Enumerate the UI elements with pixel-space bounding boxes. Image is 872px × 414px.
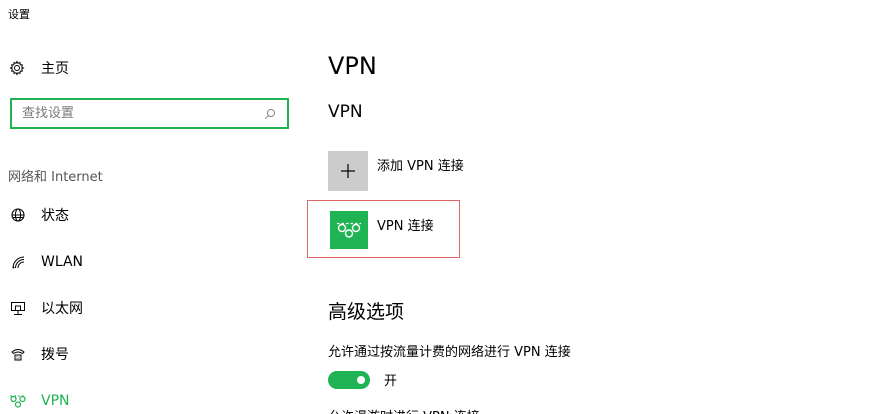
vpn-connection-label: VPN 连接 [377, 219, 434, 234]
ethernet-icon [8, 299, 28, 317]
sidebar-item-label: 状态 [41, 208, 69, 224]
sidebar-item-label: VPN [41, 393, 70, 409]
sidebar-item-label: 以太网 [41, 301, 83, 317]
sidebar-home[interactable]: 主页 [8, 58, 69, 78]
metered-toggle-row: 开 [328, 370, 397, 389]
sidebar-item-label: 拨号 [41, 347, 69, 363]
sidebar-item-wlan[interactable]: WLAN [8, 251, 83, 273]
section-title: VPN [328, 102, 363, 122]
sidebar-group-header: 网络和 Internet [8, 170, 103, 185]
gear-icon [8, 59, 26, 77]
roaming-setting-label: 允许漫游时进行 VPN 连接 [328, 406, 480, 414]
sidebar-item-dialup[interactable]: 拨号 [8, 343, 69, 365]
globe-icon [8, 206, 28, 224]
page-title: VPN [328, 52, 377, 80]
add-vpn-button[interactable]: 添加 VPN 连接 [328, 151, 464, 191]
vpn-icon [330, 211, 368, 249]
sidebar-item-status[interactable]: 状态 [8, 204, 69, 226]
window-title: 设置 [8, 8, 30, 21]
wifi-icon [8, 253, 28, 271]
add-vpn-label: 添加 VPN 连接 [377, 159, 464, 174]
sidebar-item-label: WLAN [41, 254, 84, 270]
vpn-connection-item[interactable]: VPN 连接 [307, 200, 460, 258]
metered-toggle-state: 开 [384, 374, 398, 389]
sidebar-home-label: 主页 [41, 61, 69, 77]
dialup-icon [8, 345, 28, 363]
sidebar-item-ethernet[interactable]: 以太网 [8, 297, 83, 319]
metered-setting-label: 允许通过按流量计费的网络进行 VPN 连接 [328, 345, 571, 360]
plus-icon [328, 151, 368, 191]
sidebar-item-vpn[interactable]: VPN [8, 390, 70, 412]
metered-toggle[interactable] [328, 370, 370, 389]
vpn-icon [8, 392, 28, 410]
advanced-options-title: 高级选项 [328, 301, 405, 323]
search-icon[interactable] [263, 107, 277, 121]
toggle-knob [357, 375, 365, 384]
search-input[interactable] [22, 106, 263, 121]
search-box[interactable] [10, 98, 289, 129]
